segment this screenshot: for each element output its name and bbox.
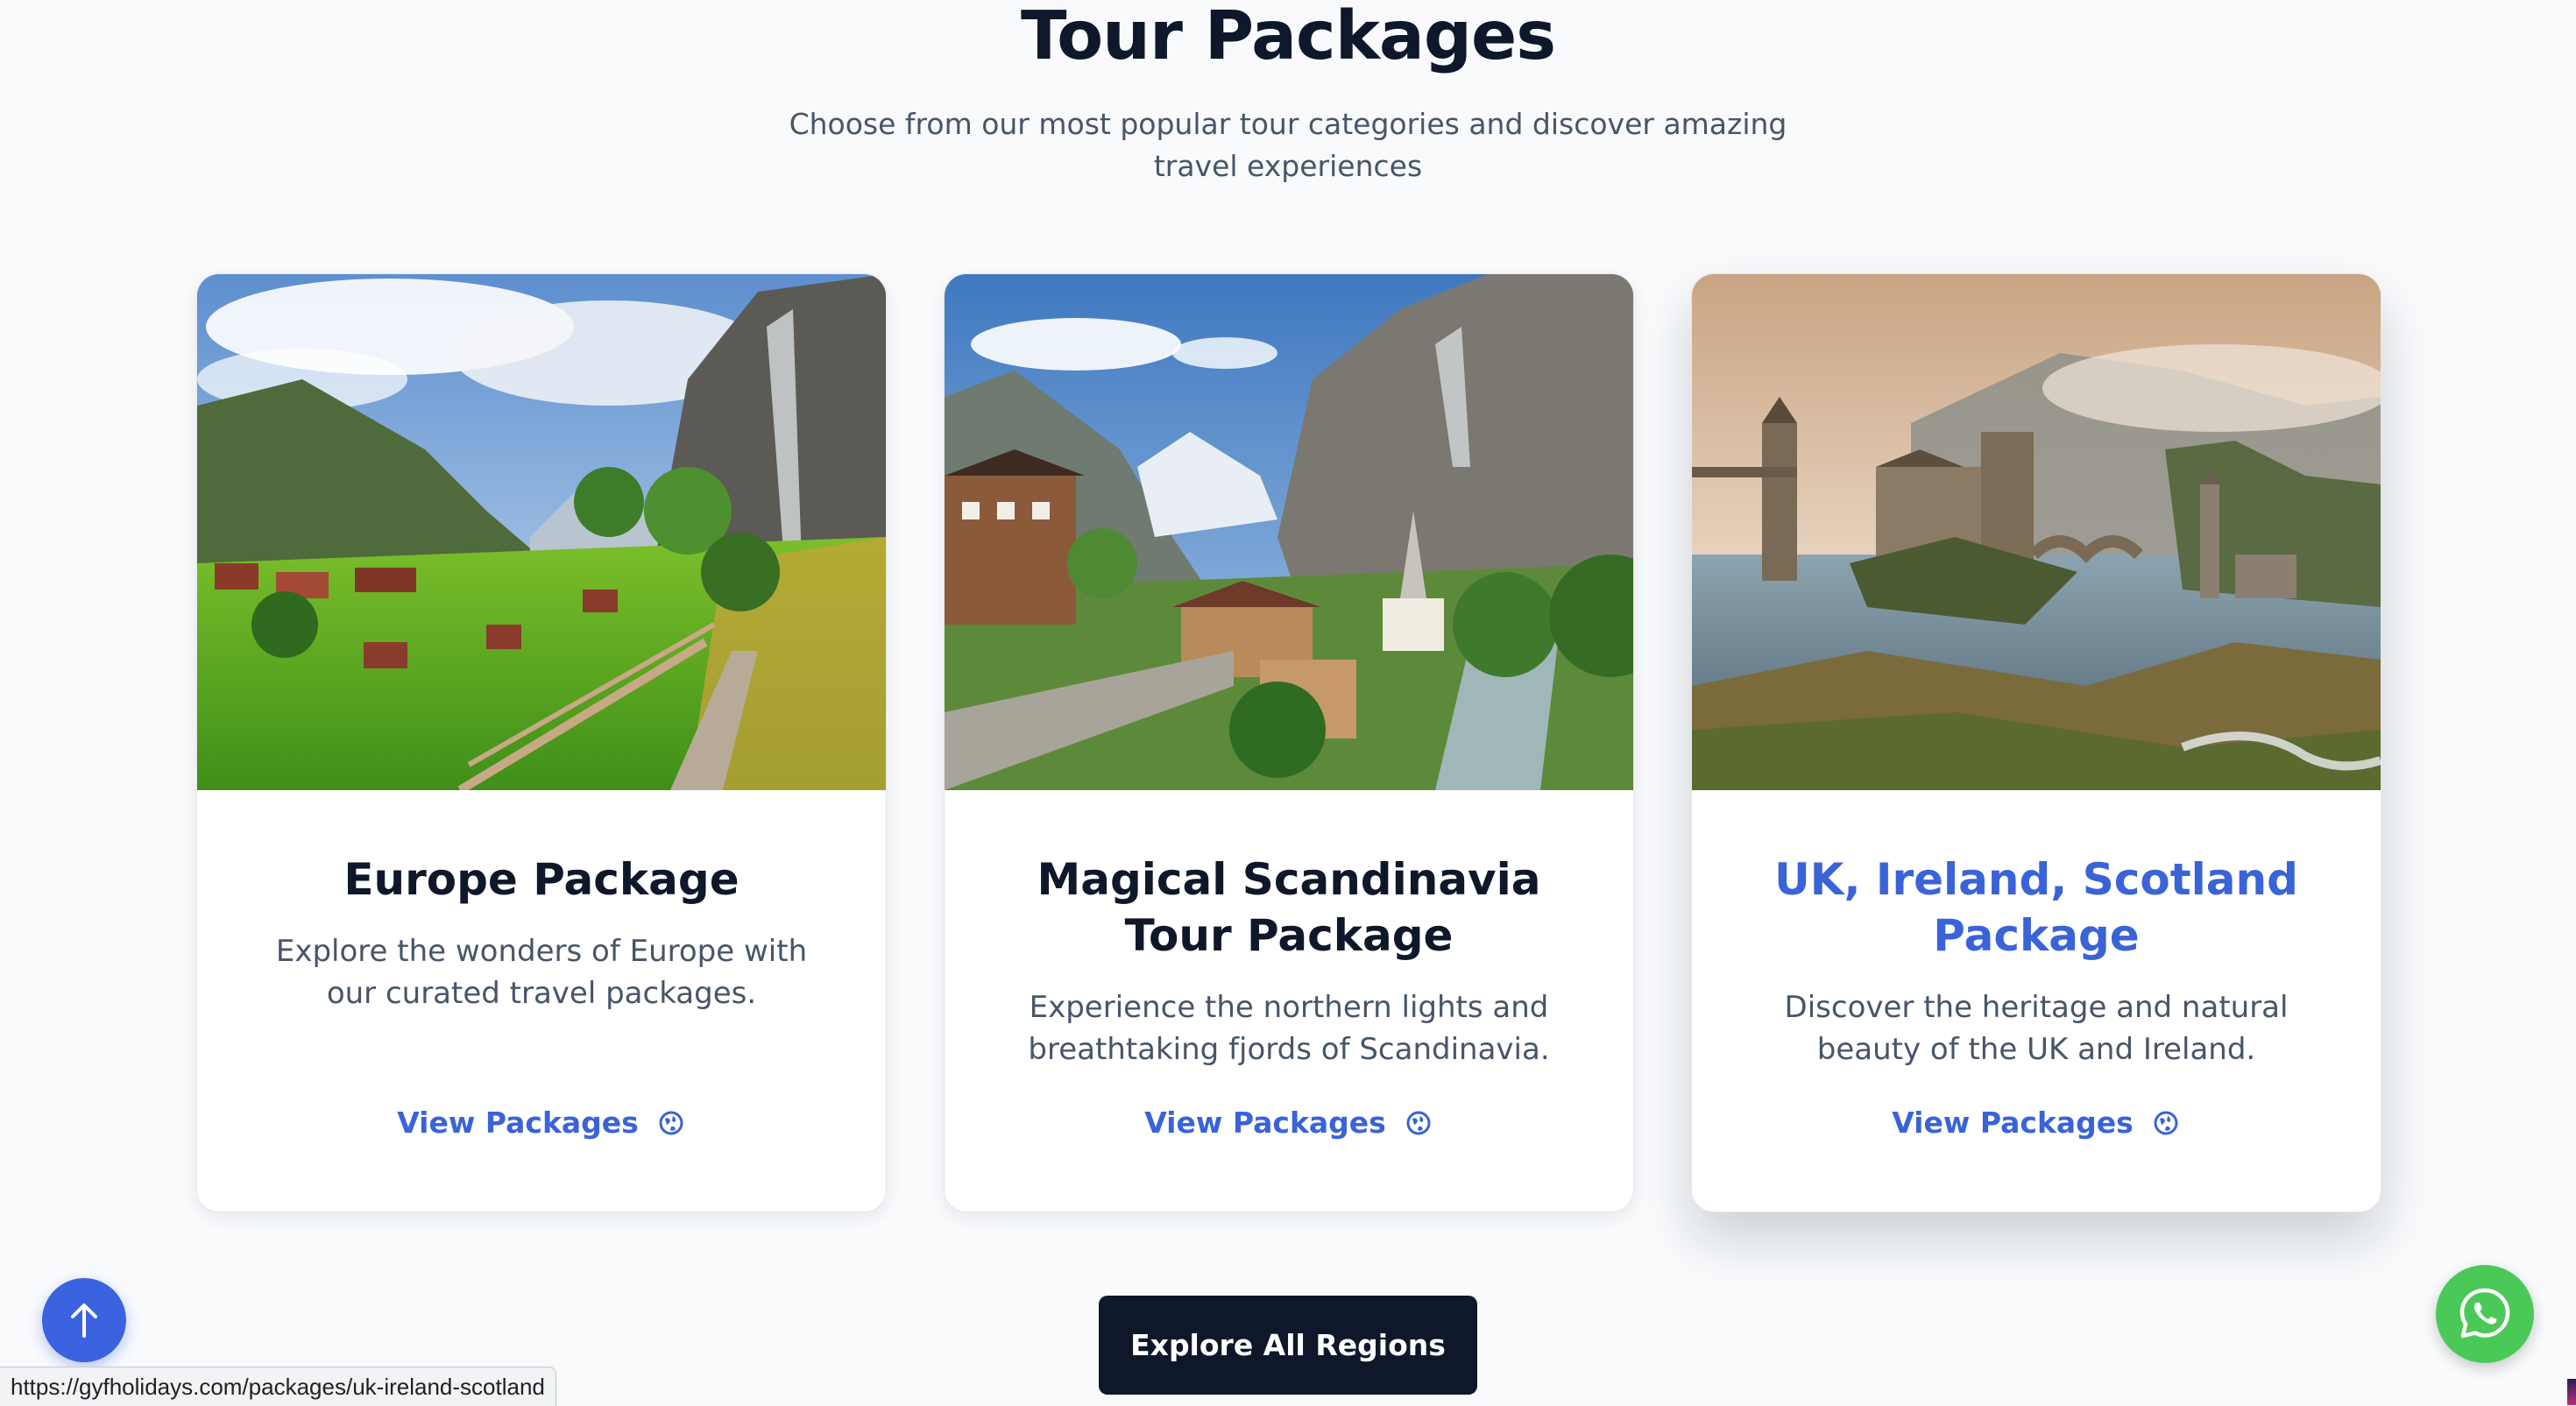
- arrow-up-icon: [71, 1304, 97, 1338]
- view-packages-label[interactable]: View Packages: [1892, 1106, 2134, 1140]
- package-card-scandinavia[interactable]: Magical Scandinavia Tour Package Experie…: [944, 273, 1634, 1212]
- scroll-to-top-button[interactable]: [42, 1278, 126, 1362]
- section-subtitle: Choose from our most popular tour catego…: [789, 107, 1787, 183]
- explore-all-regions-button[interactable]: Explore All Regions: [1099, 1296, 1477, 1395]
- card-title[interactable]: UK, Ireland, Scotland Package: [1744, 851, 2328, 964]
- scandinavia-valley-image: [945, 274, 1633, 790]
- card-title[interactable]: Magical Scandinavia Tour Package: [997, 851, 1581, 964]
- card-description: Explore the wonders of Europe with our c…: [275, 934, 808, 1011]
- card-description: Experience the northern lights and breat…: [1028, 990, 1550, 1067]
- globe-icon: [1406, 1111, 1431, 1134]
- package-card-uk-ireland-scotland[interactable]: UK, Ireland, Scotland Package Discover t…: [1691, 273, 2381, 1212]
- whatsapp-chat-button[interactable]: [2436, 1265, 2534, 1363]
- package-card-europe[interactable]: Europe Package Explore the wonders of Eu…: [196, 273, 887, 1212]
- view-packages-link-europe[interactable]: View Packages: [196, 1106, 885, 1158]
- europe-landscape-image: [197, 274, 886, 790]
- card-title[interactable]: Europe Package: [250, 851, 833, 908]
- view-packages-label[interactable]: View Packages: [397, 1106, 639, 1140]
- view-packages-link-uk-ireland-scotland[interactable]: View Packages: [1691, 1106, 2380, 1158]
- whatsapp-icon: [2459, 1288, 2510, 1339]
- section-title: Tour Packages: [1020, 0, 1556, 75]
- view-packages-label[interactable]: View Packages: [1144, 1106, 1386, 1140]
- corner-accent: [2567, 1379, 2576, 1405]
- status-bar-url: https://gyfholidays.com/packages/uk-irel…: [0, 1367, 556, 1406]
- view-packages-link-scandinavia[interactable]: View Packages: [944, 1106, 1632, 1158]
- uk-ireland-castle-image: [1692, 274, 2381, 790]
- globe-icon: [2154, 1111, 2178, 1134]
- card-description: Discover the heritage and natural beauty…: [1784, 990, 2289, 1067]
- globe-icon: [659, 1111, 683, 1134]
